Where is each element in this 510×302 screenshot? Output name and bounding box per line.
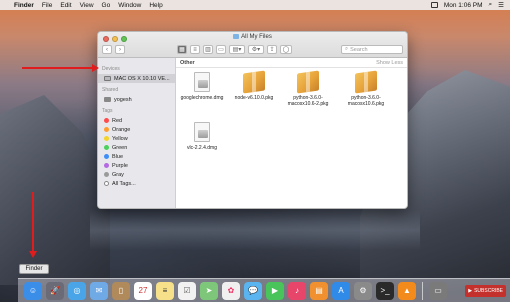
annotation-arrow-horizontal: [22, 67, 96, 69]
sidebar-header-tags: Tags: [102, 108, 113, 114]
annotation-arrow-vertical: [32, 192, 34, 254]
sidebar-tag-gray[interactable]: Gray: [98, 170, 175, 179]
file-item[interactable]: googlechrome.dmg: [176, 72, 228, 101]
dock: ☺ 🚀 ◎ ✉ ▯ 27 ≡ ☑ ➤ ✿ 💬 ▶ ♪ ▤ A ⚙ >_ ▲ ▭ …: [18, 278, 510, 302]
window-toolbar: ‹ › ▦ ≡ ▥ ▭ ▤▾ ⚙▾ ⇪ ◯ ⌕ Search: [102, 44, 403, 55]
contacts-icon[interactable]: ▯: [112, 281, 130, 300]
edit-tags-button[interactable]: ◯: [280, 45, 292, 54]
clock[interactable]: Mon 1:06 PM: [444, 2, 483, 9]
sidebar-tag-purple[interactable]: Purple: [98, 161, 175, 170]
file-item[interactable]: vlc-2.2.4.dmg: [176, 122, 228, 151]
wallpaper-rock-left: [0, 95, 110, 285]
hard-drive-icon: [104, 76, 111, 81]
finder-icon[interactable]: ☺: [24, 281, 42, 300]
sidebar: Devices MAC OS X 10.10 VE... Shared yoge…: [98, 58, 176, 208]
wallpaper-mist: [90, 210, 420, 250]
app-store-icon[interactable]: A: [332, 281, 350, 300]
notes-icon[interactable]: ≡: [156, 281, 174, 300]
orange-tag-icon: [104, 127, 109, 132]
icon-view-button[interactable]: ▦: [177, 45, 187, 54]
window-title: All My Files: [98, 34, 407, 40]
column-view-button[interactable]: ▥: [203, 45, 213, 54]
file-item[interactable]: node-v6.10.0.pkg: [228, 70, 280, 101]
annotation-arrowhead-down: [28, 251, 37, 258]
sidebar-item-device[interactable]: MAC OS X 10.10 VE...: [98, 74, 175, 83]
dock-tooltip: Finder: [19, 264, 49, 274]
share-button[interactable]: ⇪: [267, 45, 277, 54]
sidebar-tag-yellow[interactable]: Yellow: [98, 134, 175, 143]
vlc-icon[interactable]: ▲: [398, 281, 416, 300]
menu-bar: Finder File Edit View Go Window Help Mon…: [0, 0, 510, 10]
section-title: Other: [180, 59, 195, 66]
battery-icon[interactable]: [430, 2, 438, 8]
computer-icon: [104, 97, 111, 102]
list-view-button[interactable]: ≡: [190, 45, 200, 54]
app-icon[interactable]: ▭: [429, 281, 447, 300]
youtube-play-icon: ▶: [468, 287, 473, 294]
facetime-icon[interactable]: ▶: [266, 281, 284, 300]
itunes-icon[interactable]: ♪: [288, 281, 306, 300]
sidebar-tag-blue[interactable]: Blue: [98, 152, 175, 161]
menu-bar-status: Mon 1:06 PM ⌕ ☰: [430, 1, 504, 9]
green-tag-icon: [104, 145, 109, 150]
sidebar-item-shared[interactable]: yogesh: [98, 95, 175, 104]
launchpad-icon[interactable]: 🚀: [46, 281, 64, 300]
file-browser: Other Show Less googlechrome.dmg node-v6…: [176, 58, 407, 208]
disk-image-icon: [194, 72, 210, 92]
dock-separator: [422, 281, 423, 300]
sidebar-tag-green[interactable]: Green: [98, 143, 175, 152]
package-icon: [297, 70, 319, 94]
subscribe-badge[interactable]: ▶ SUBSCRIBE: [465, 284, 506, 297]
notification-center-icon[interactable]: ☰: [498, 1, 504, 9]
cover-flow-button[interactable]: ▭: [216, 45, 226, 54]
ibooks-icon[interactable]: ▤: [310, 281, 328, 300]
window-titlebar[interactable]: All My Files ‹ › ▦ ≡ ▥ ▭ ▤▾ ⚙▾ ⇪ ◯ ⌕ Sea…: [98, 32, 407, 58]
menu-file[interactable]: File: [42, 2, 52, 9]
section-header: Other Show Less: [176, 58, 407, 68]
forward-button[interactable]: ›: [115, 45, 125, 54]
menu-help[interactable]: Help: [149, 2, 162, 9]
messages-icon[interactable]: 💬: [244, 281, 262, 300]
show-less-link[interactable]: Show Less: [376, 60, 403, 66]
finder-window: All My Files ‹ › ▦ ≡ ▥ ▭ ▤▾ ⚙▾ ⇪ ◯ ⌕ Sea…: [97, 31, 408, 209]
menu-view[interactable]: View: [80, 2, 94, 9]
sidebar-tag-red[interactable]: Red: [98, 116, 175, 125]
disk-image-icon: [194, 122, 210, 142]
menu-finder[interactable]: Finder: [14, 2, 34, 9]
file-item[interactable]: python-3.6.0-macosx10.6.pkg: [340, 70, 392, 107]
back-button[interactable]: ‹: [102, 45, 112, 54]
action-gear-button[interactable]: ⚙▾: [248, 45, 264, 54]
all-my-files-icon: [233, 34, 240, 39]
sidebar-all-tags[interactable]: All Tags...: [98, 179, 175, 188]
menu-edit[interactable]: Edit: [60, 2, 71, 9]
package-icon: [243, 70, 265, 94]
menu-go[interactable]: Go: [102, 2, 111, 9]
purple-tag-icon: [104, 163, 109, 168]
safari-icon[interactable]: ◎: [68, 281, 86, 300]
red-tag-icon: [104, 118, 109, 123]
blue-tag-icon: [104, 154, 109, 159]
sidebar-tag-orange[interactable]: Orange: [98, 125, 175, 134]
search-icon: ⌕: [345, 46, 349, 52]
reminders-icon[interactable]: ☑: [178, 281, 196, 300]
search-input[interactable]: ⌕ Search: [341, 45, 403, 54]
arrange-button[interactable]: ▤▾: [229, 45, 245, 54]
annotation-arrowhead-right: [92, 64, 99, 72]
sidebar-header-devices: Devices: [102, 66, 120, 72]
menu-window[interactable]: Window: [118, 2, 141, 9]
photos-icon[interactable]: ✿: [222, 281, 240, 300]
terminal-icon[interactable]: >_: [376, 281, 394, 300]
calendar-icon[interactable]: 27: [134, 281, 152, 300]
yellow-tag-icon: [104, 136, 109, 141]
sidebar-header-shared: Shared: [102, 87, 119, 93]
system-preferences-icon[interactable]: ⚙: [354, 281, 372, 300]
spotlight-icon[interactable]: ⌕: [489, 1, 493, 9]
file-item[interactable]: python-3.6.0-macosx10.6-2.pkg: [282, 70, 334, 107]
package-icon: [355, 70, 377, 94]
gray-tag-icon: [104, 172, 109, 177]
all-tags-icon: [104, 181, 109, 186]
mail-icon[interactable]: ✉: [90, 281, 108, 300]
maps-icon[interactable]: ➤: [200, 281, 218, 300]
